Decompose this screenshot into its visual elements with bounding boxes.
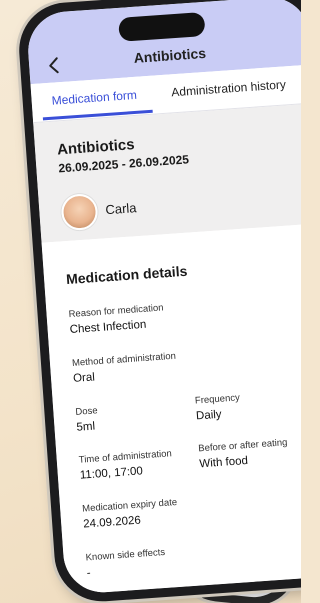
method-value: Oral <box>72 371 96 385</box>
section-title: Medication details <box>65 262 188 288</box>
tab-medication-form[interactable]: Medication form <box>51 88 137 108</box>
frequency-value: Daily <box>195 408 222 423</box>
time-value: 11:00, 17:00 <box>79 465 144 482</box>
medication-details: Medication details Reason for medication… <box>41 223 301 595</box>
phone-frame: Antibiotics Medication form Administrati… <box>16 0 301 603</box>
side-effects-value: - <box>86 567 92 580</box>
eating-label: Before or after eating <box>197 437 288 455</box>
person-name: Carla <box>104 200 137 218</box>
eating-value: With food <box>198 454 249 471</box>
medication-name: Antibiotics <box>56 136 136 159</box>
reason-label: Reason for medication <box>68 302 164 321</box>
dose-label: Dose <box>75 405 99 418</box>
reason-value: Chest Infection <box>69 318 147 337</box>
side-effects-label: Known side effects <box>85 546 166 564</box>
dose-value: 5ml <box>76 420 96 434</box>
tab-administration-history[interactable]: Administration history <box>171 77 286 99</box>
frequency-label: Frequency <box>194 392 241 407</box>
phone-screen: Antibiotics Medication form Administrati… <box>25 0 301 595</box>
scene: Antibiotics Medication form Administrati… <box>0 0 301 603</box>
expiry-label: Medication expiry date <box>81 496 178 515</box>
medication-summary: Antibiotics 26.09.2025 - 26.09.2025 Carl… <box>33 103 301 243</box>
time-label: Time of administration <box>78 448 173 466</box>
avatar <box>60 192 99 232</box>
expiry-value: 24.09.2026 <box>82 514 142 531</box>
method-label: Method of administration <box>71 350 177 369</box>
